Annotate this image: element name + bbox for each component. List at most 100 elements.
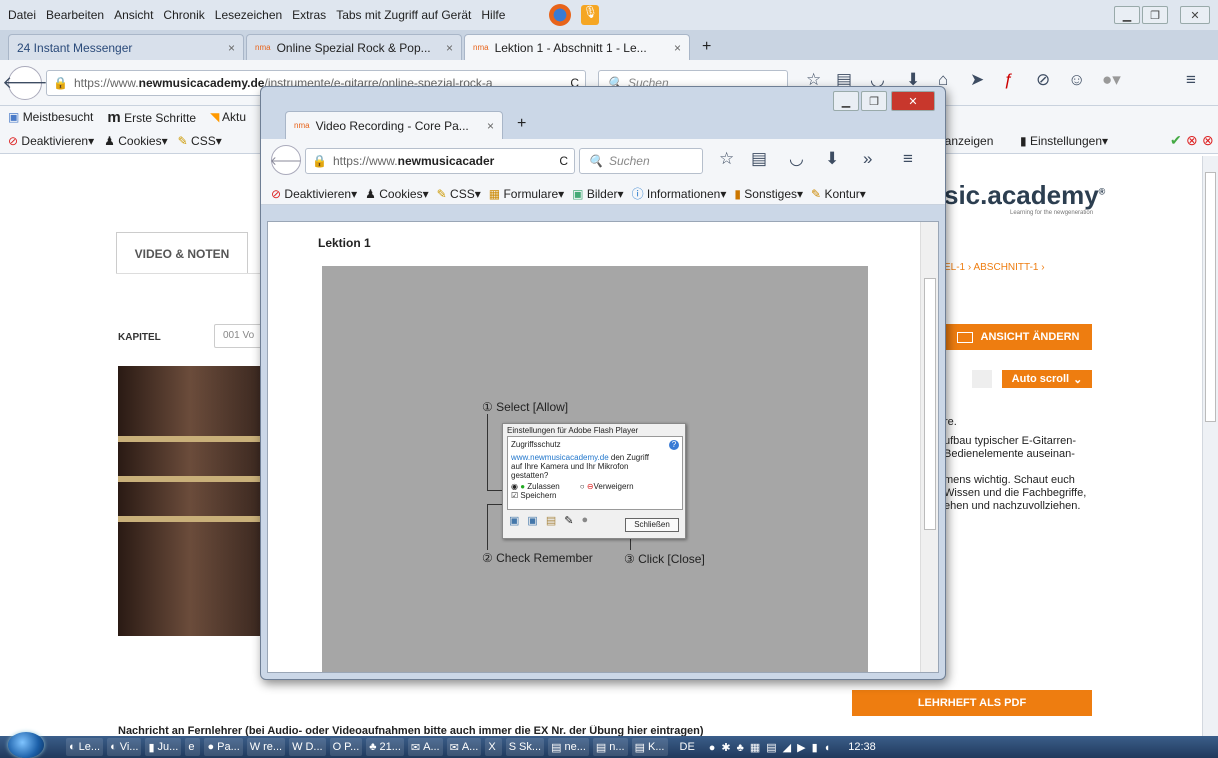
flash-icon[interactable]: ƒ [1004,70,1013,90]
popup-toolbar-cookies[interactable]: ♟ Cookies▾ [365,187,428,201]
popup-scrollbar-thumb[interactable] [924,278,936,530]
microphone-icon[interactable]: 🎙 [581,5,600,25]
menu-tabs-geraet[interactable]: Tabs mit Zugriff auf Gerät [336,8,471,22]
taskbar-item[interactable]: X [485,738,502,756]
deny-radio[interactable]: ○ ⊖Verweigern [580,482,634,491]
menu-extras[interactable]: Extras [292,8,326,22]
taskbar-item[interactable]: ▤ ne... [548,738,589,756]
popup-toolbar-bilder[interactable]: ▣ Bilder▾ [572,187,623,201]
back-button[interactable]: 🡐 [2,66,48,100]
flash-close-button[interactable]: Schließen [625,518,679,532]
site-logo[interactable]: sic.academy® [944,180,1105,211]
send-icon[interactable]: ➤ [970,70,984,90]
storage-icon[interactable]: ▤ [546,514,556,527]
taskbar-item[interactable]: ◐ Le... [66,738,104,756]
taskbar-item[interactable]: ◐ Vi... [107,738,142,756]
guitar-video-image[interactable] [118,366,262,636]
camera-icon[interactable]: ● [581,514,588,527]
minimize-button[interactable]: ▁ [1114,6,1140,24]
taskbar-item[interactable]: ▮ Ju... [145,738,182,756]
ansicht-aendern-button[interactable]: ANSICHT ÄNDERN [944,324,1092,350]
breadcrumb[interactable]: EL-1 › ABSCHNITT-1 › [944,262,1045,273]
popup-back-button[interactable]: 🡐 [270,145,302,175]
adblock-icon[interactable]: ●▾ [1102,70,1121,90]
toolbar-deaktivieren[interactable]: ⊘ Deaktivieren▾ [8,134,94,148]
tray-icons[interactable]: ●✱♣▦▤◢▶▮◖ [709,741,836,754]
tab-video-noten[interactable]: VIDEO & NOTEN [116,232,248,274]
close-tab-icon[interactable]: × [446,41,453,55]
noscript-icon[interactable]: ⊘ [1036,70,1050,90]
page-scrollbar[interactable] [1202,156,1218,736]
taskbar-item[interactable]: ▤ K... [631,738,668,756]
close-tab-icon[interactable]: × [228,41,235,55]
prev-button[interactable] [972,370,992,388]
close-window-button[interactable]: ✕ [1180,6,1210,24]
taskbar-item[interactable]: W D... [289,738,326,756]
taskbar-item[interactable]: S Sk... [505,738,545,756]
popup-search-input[interactable]: 🔍 Suchen [579,148,703,174]
error-icon[interactable]: ⊗ [1186,132,1198,149]
overflow-icon[interactable]: » [863,149,872,169]
allow-radio[interactable]: ◉ ● Zulassen [511,482,560,491]
pocket-icon[interactable]: ◡ [789,149,804,169]
start-button[interactable] [8,732,44,758]
bookmark-star-icon[interactable]: ☆ [719,149,734,169]
help-icon[interactable]: ? [669,440,679,450]
taskbar-item[interactable]: e [185,738,201,756]
popup-minimize-button[interactable]: ▁ [833,91,859,111]
microphone-icon[interactable]: ✎ [564,514,573,527]
popup-maximize-button[interactable]: ❐ [861,91,887,111]
taskbar-item[interactable]: ♣ 21... [366,738,404,756]
menu-lesezeichen[interactable]: Lesezeichen [215,8,282,22]
bookmark-aktuelle[interactable]: ◥ Aktu [210,110,246,124]
check-icon[interactable]: ✔ [1170,132,1182,149]
maximize-button[interactable]: ❐ [1142,6,1168,24]
popup-address-bar[interactable]: 🔒 https://www.newmusicacader C [305,148,575,174]
toolbar-einstellungen[interactable]: ▮ Einstellungen▾ [1020,134,1108,148]
bookmark-meistbesucht[interactable]: ▣ Meistbesucht [8,110,93,124]
scrollbar-thumb[interactable] [1205,172,1216,422]
menu-bearbeiten[interactable]: Bearbeiten [46,8,104,22]
popup-toolbar-sonstiges[interactable]: ▮ Sonstiges▾ [734,187,803,201]
tab-online-spezial[interactable]: nma Online Spezial Rock & Pop... × [246,34,462,60]
tab-instant-messenger[interactable]: 24 Instant Messenger × [8,34,244,60]
popup-new-tab-button[interactable]: + [517,115,526,133]
lehrheft-pdf-button[interactable]: LEHRHEFT ALS PDF [852,690,1092,716]
popup-toolbar-deaktivieren[interactable]: ⊘ Deaktivieren▾ [271,187,357,201]
taskbar-item[interactable]: O P... [329,738,363,756]
taskbar-item[interactable]: ▤ n... [592,738,628,756]
popup-toolbar-css[interactable]: ✎ CSS▾ [437,187,481,201]
toolbar-cookies[interactable]: ♟ Cookies▾ [104,134,168,148]
language-indicator[interactable]: DE [680,741,695,753]
close-red-icon[interactable]: ⊗ [1202,132,1214,149]
remember-checkbox[interactable]: ☑ Speichern [511,491,679,500]
toolbar-anzeigen[interactable]: t anzeigen [938,134,993,148]
reading-list-icon[interactable]: ▤ [751,149,767,169]
popup-close-button[interactable]: ✕ [891,91,935,111]
chat-icon[interactable]: ☺ [1068,70,1085,90]
menu-ansicht[interactable]: Ansicht [114,8,153,22]
popup-toolbar-kontur[interactable]: ✎ Kontur▾ [811,187,866,201]
close-tab-icon[interactable]: × [674,41,681,55]
popup-scrollbar[interactable] [920,222,938,672]
taskbar-item[interactable]: ✉ A... [446,738,482,756]
download-icon[interactable]: ⬇ [825,149,839,169]
menu-chronik[interactable]: Chronik [163,8,204,22]
popup-toolbar-formulare[interactable]: ▦ Formulare▾ [489,187,564,201]
new-tab-button[interactable]: + [694,34,718,60]
tab-lektion-1[interactable]: nma Lektion 1 - Abschnitt 1 - Le... × [464,34,690,60]
taskbar-item[interactable]: ✉ A... [407,738,443,756]
popup-toolbar-informationen[interactable]: ⓘ Informationen▾ [632,185,727,202]
menu-hilfe[interactable]: Hilfe [481,8,505,22]
clock[interactable]: 12:38 [848,741,876,753]
menu-datei[interactable]: Datei [8,8,36,22]
privacy-icon[interactable]: ▣ [527,514,537,527]
close-tab-icon[interactable]: × [487,119,494,133]
autoscroll-button[interactable]: Auto scroll ⌄ [1002,370,1092,388]
display-icon[interactable]: ▣ [509,514,519,527]
firefox-icon[interactable] [549,4,572,26]
hamburger-menu-icon[interactable]: ≡ [903,149,913,169]
toolbar-css[interactable]: ✎ CSS▾ [178,134,222,148]
taskbar-item[interactable]: Wre... [246,738,286,756]
popup-tab[interactable]: nma Video Recording - Core Pa... × [285,111,503,139]
